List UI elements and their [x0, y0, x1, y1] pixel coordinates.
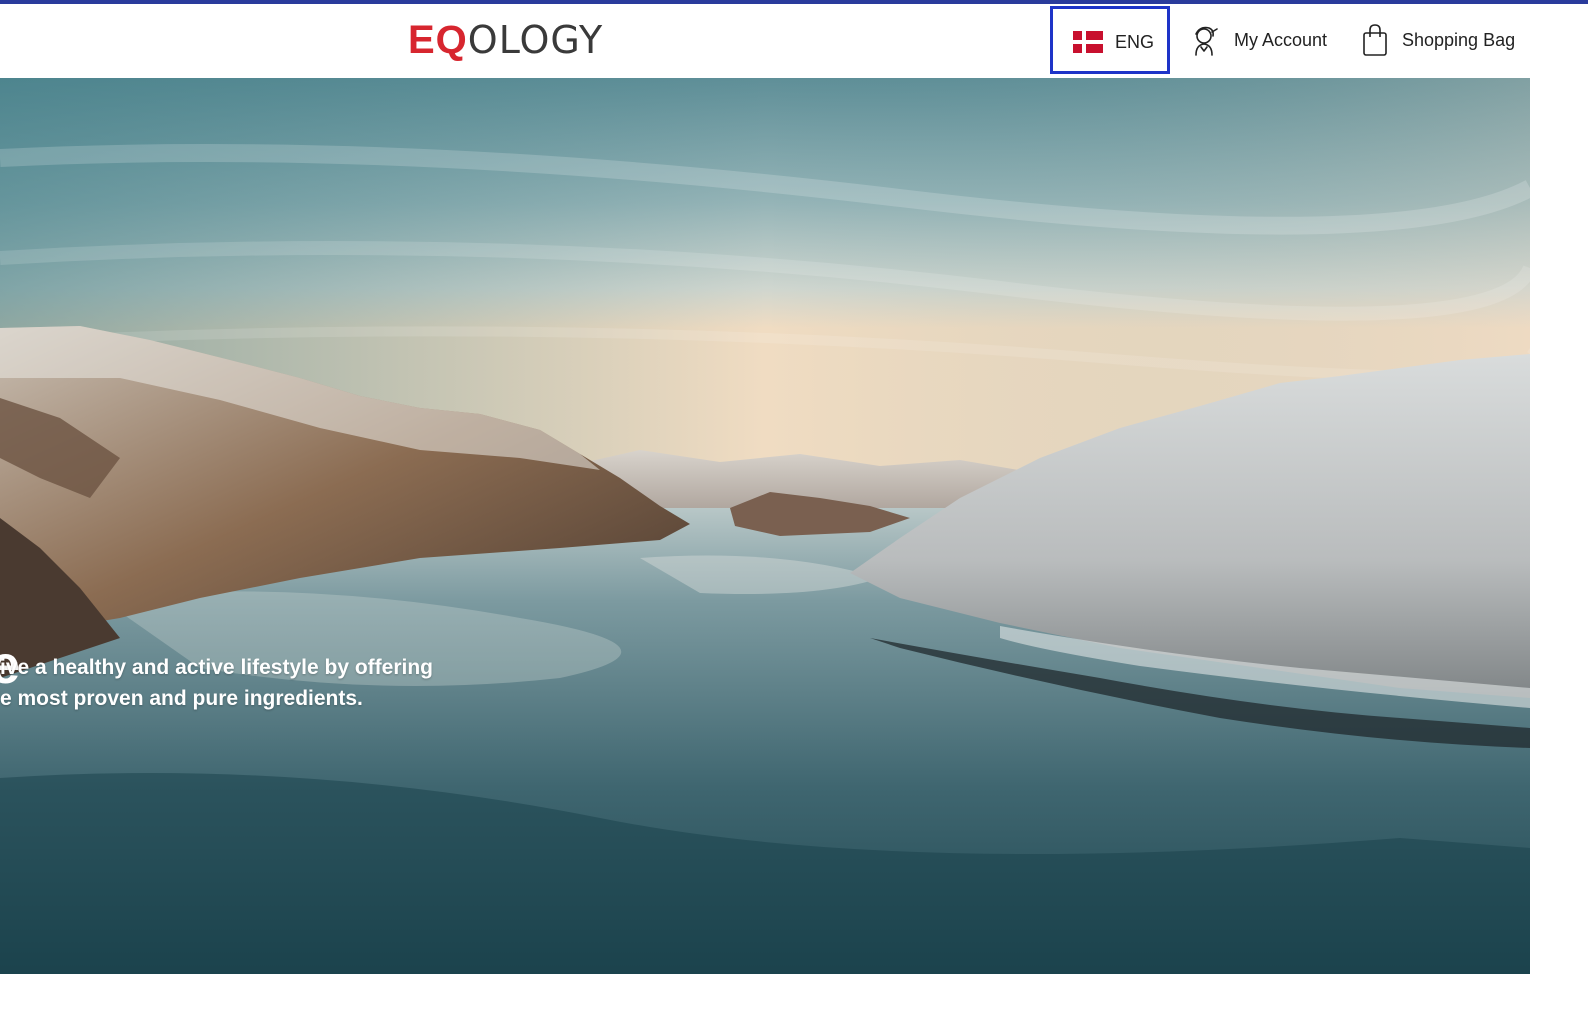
shopping-bag-icon [1363, 24, 1387, 56]
shopping-bag-label: Shopping Bag [1402, 29, 1516, 50]
hero-description: ive a healthy and active lifestyle by of… [0, 652, 480, 714]
hero-description-line-2: e most proven and pure ingredients. [0, 687, 363, 710]
logo-part-ology: OLOGY [467, 18, 604, 62]
eqology-logo[interactable]: EQ OLOGY [408, 18, 603, 62]
hero-banner: e ive a healthy and active lifestyle by … [0, 78, 1530, 974]
language-label: ENG [1115, 32, 1155, 52]
language-selector[interactable]: ENG [1050, 6, 1170, 74]
logo-part-eq: EQ [408, 18, 468, 62]
site-header: EQ OLOGY ENG My Account Shopping Bag [0, 4, 1588, 78]
hero-fjord-image [0, 78, 1530, 974]
danish-flag-icon [1073, 31, 1103, 53]
my-account-link[interactable]: My Account [1190, 20, 1327, 60]
hero-description-line-1: ive a healthy and active lifestyle by of… [0, 656, 433, 679]
shopping-bag-link[interactable]: Shopping Bag [1362, 20, 1515, 60]
my-account-label: My Account [1234, 29, 1328, 50]
account-icon [1195, 26, 1218, 56]
